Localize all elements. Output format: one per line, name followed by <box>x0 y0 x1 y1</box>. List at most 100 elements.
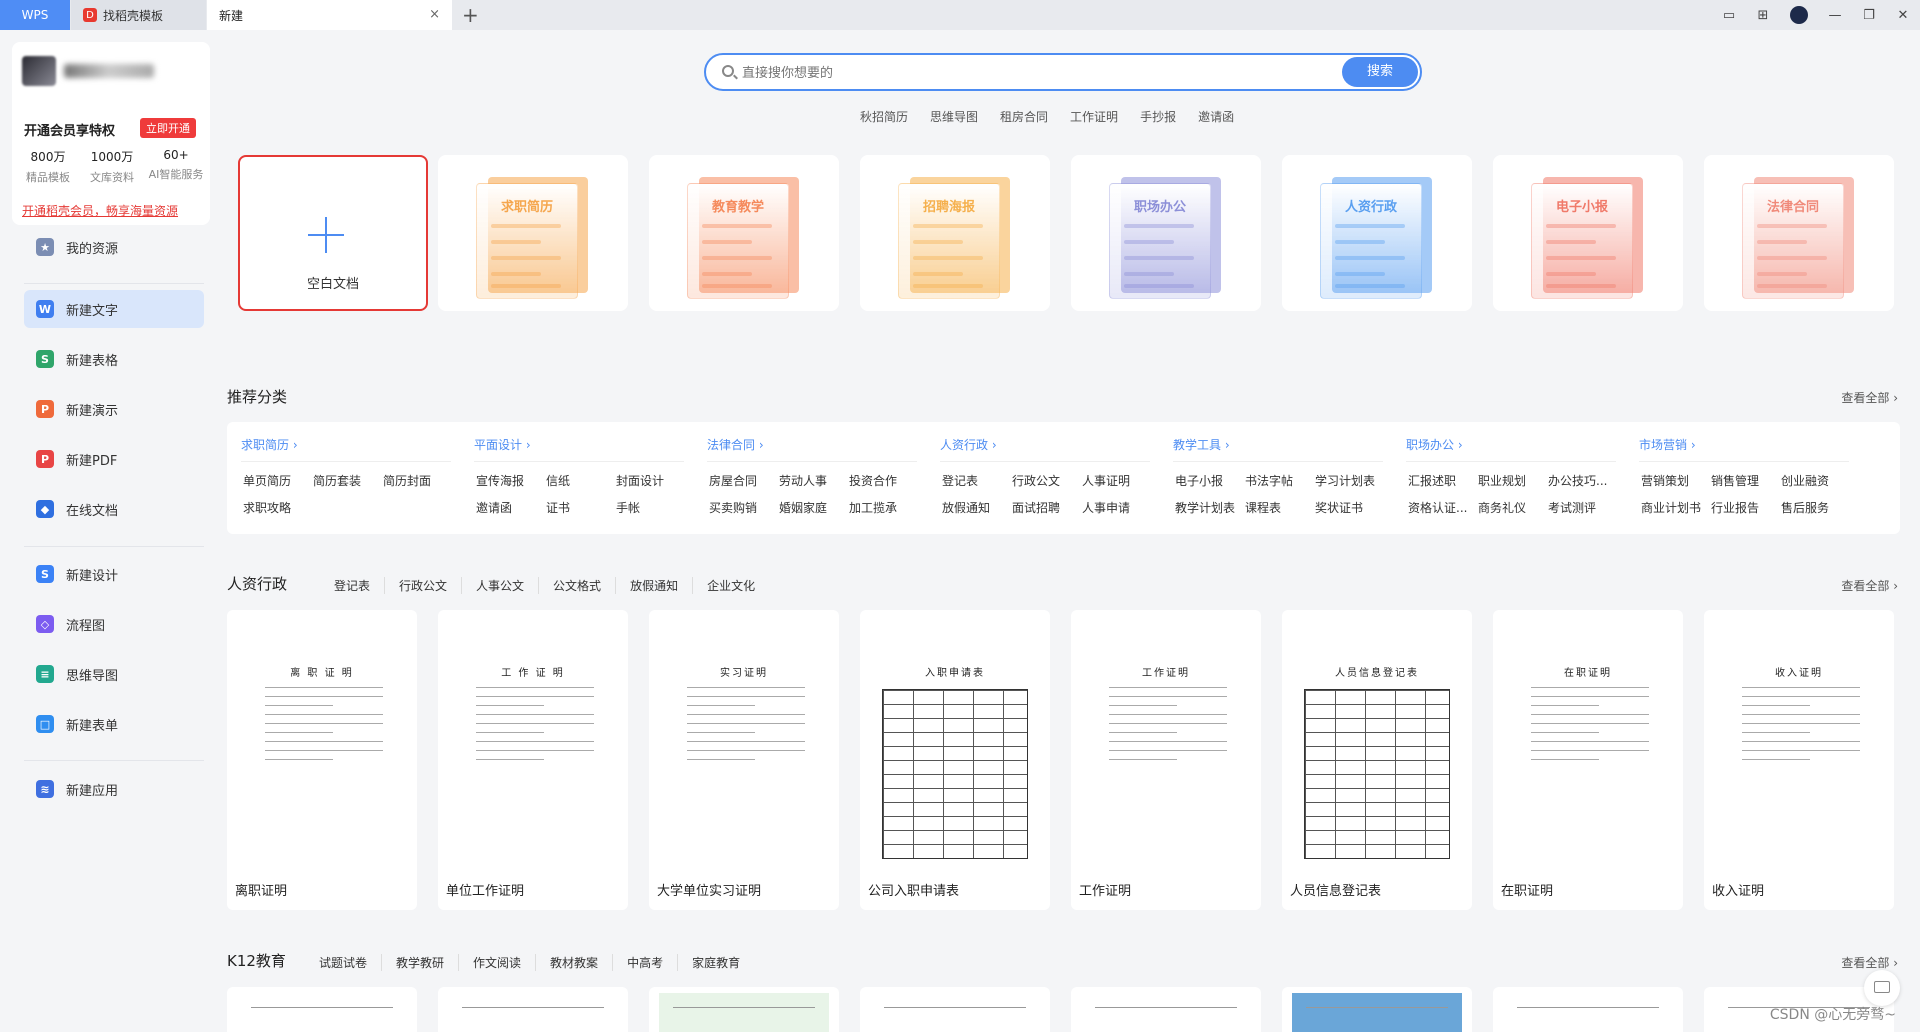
filter-tab[interactable]: 教材教案 <box>535 954 612 971</box>
category-card[interactable]: 求职简历 <box>438 155 628 311</box>
tab-new[interactable]: 新建 × <box>207 0 452 30</box>
tab-template-store[interactable]: D 找稻壳模板 <box>71 0 206 30</box>
recommend-item[interactable]: 买卖购销 <box>709 499 779 516</box>
filter-tab[interactable]: 家庭教育 <box>677 954 754 971</box>
hot-search-link[interactable]: 邀请函 <box>1198 108 1234 125</box>
recommend-item[interactable]: 人事证明 <box>1082 472 1152 489</box>
recommend-item[interactable]: 登记表 <box>942 472 1012 489</box>
vip-promo-link[interactable]: 开通稻壳会员，畅享海量资源 <box>22 202 178 219</box>
feedback-chat-icon[interactable] <box>1864 970 1900 1006</box>
template-card[interactable]: 工作证明 工作证明 <box>1071 610 1261 910</box>
filter-tab[interactable]: 公文格式 <box>538 577 615 594</box>
recommend-item[interactable]: 商务礼仪 <box>1478 499 1548 516</box>
recommend-item[interactable]: 简历封面 <box>383 472 453 489</box>
recommend-item[interactable]: 放假通知 <box>942 499 1012 516</box>
search-input[interactable] <box>742 63 1282 83</box>
vip-open-button[interactable]: 立即开通 <box>140 118 196 138</box>
recommend-item[interactable]: 职业规划 <box>1478 472 1548 489</box>
hot-search-link[interactable]: 思维导图 <box>930 108 978 125</box>
recommend-item[interactable]: 封面设计 <box>616 472 686 489</box>
template-card[interactable]: 人员信息登记表 人员信息登记表 <box>1282 610 1472 910</box>
recommend-item[interactable]: 书法字帖 <box>1245 472 1315 489</box>
recommend-item[interactable]: 手帐 <box>616 499 686 516</box>
filter-tab[interactable]: 中高考 <box>612 954 677 971</box>
hr-see-all-link[interactable]: 查看全部 › <box>1841 577 1898 594</box>
recommend-item[interactable]: 婚姻家庭 <box>779 499 849 516</box>
recommend-item[interactable]: 办公技巧... <box>1548 472 1618 489</box>
category-card[interactable]: 电子小报 <box>1493 155 1683 311</box>
recommend-item[interactable]: 汇报述职 <box>1408 472 1478 489</box>
template-card[interactable]: 入职申请表 公司入职申请表 <box>860 610 1050 910</box>
recommend-item[interactable]: 资格认证... <box>1408 499 1478 516</box>
nav-item-0[interactable]: ★ 我的资源 <box>24 228 204 266</box>
tab-wps[interactable]: WPS <box>0 0 70 30</box>
k12-template-card[interactable] <box>860 987 1050 1032</box>
nav-item-8[interactable]: ≡ 思维导图 <box>24 655 204 693</box>
nav-item-3[interactable]: P 新建演示 <box>24 390 204 428</box>
recommend-group-head[interactable]: 求职简历 › <box>241 436 451 462</box>
template-card[interactable]: 实习证明 大学单位实习证明 <box>649 610 839 910</box>
recommend-item[interactable]: 销售管理 <box>1711 472 1781 489</box>
minimize-icon[interactable]: — <box>1818 8 1852 23</box>
k12-template-card[interactable] <box>1493 987 1683 1032</box>
recommend-item[interactable]: 商业计划书 <box>1641 499 1711 516</box>
recommend-item[interactable]: 简历套装 <box>313 472 383 489</box>
recommend-item[interactable]: 邀请函 <box>476 499 546 516</box>
filter-tab[interactable]: 试题试卷 <box>305 954 381 971</box>
recommend-item[interactable]: 宣传海报 <box>476 472 546 489</box>
nav-item-2[interactable]: S 新建表格 <box>24 340 204 378</box>
recommend-item[interactable]: 课程表 <box>1245 499 1315 516</box>
category-card[interactable]: 教育教学 <box>649 155 839 311</box>
close-tab-icon[interactable]: × <box>429 7 440 22</box>
nav-item-10[interactable]: ≋ 新建应用 <box>24 770 204 808</box>
search-button[interactable]: 搜索 <box>1342 57 1418 87</box>
filter-tab[interactable]: 教学教研 <box>381 954 458 971</box>
nav-item-4[interactable]: P 新建PDF <box>24 440 204 478</box>
filter-tab[interactable]: 行政公文 <box>384 577 461 594</box>
k12-see-all-link[interactable]: 查看全部 › <box>1841 954 1898 971</box>
recommend-item[interactable]: 求职攻略 <box>243 499 313 516</box>
category-card[interactable]: 人资行政 <box>1282 155 1472 311</box>
hot-search-link[interactable]: 租房合同 <box>1000 108 1048 125</box>
k12-template-card[interactable] <box>1282 987 1472 1032</box>
nav-item-5[interactable]: ◆ 在线文档 <box>24 490 204 528</box>
recommend-item[interactable]: 教学计划表 <box>1175 499 1245 516</box>
hot-search-link[interactable]: 工作证明 <box>1070 108 1118 125</box>
hot-search-link[interactable]: 手抄报 <box>1140 108 1176 125</box>
recommend-item[interactable]: 投资合作 <box>849 472 919 489</box>
recommend-see-all-link[interactable]: 查看全部 › <box>1841 389 1898 406</box>
recommend-item[interactable]: 奖状证书 <box>1315 499 1385 516</box>
recommend-item[interactable]: 面试招聘 <box>1012 499 1082 516</box>
close-window-icon[interactable]: ✕ <box>1886 8 1920 23</box>
nav-item-9[interactable]: □ 新建表单 <box>24 705 204 743</box>
template-card[interactable]: 在职证明 在职证明 <box>1493 610 1683 910</box>
recommend-group-head[interactable]: 职场办公 › <box>1406 436 1616 462</box>
nav-item-7[interactable]: ◇ 流程图 <box>24 605 204 643</box>
nav-item-6[interactable]: S 新建设计 <box>24 555 204 593</box>
recommend-item[interactable]: 创业融资 <box>1781 472 1851 489</box>
recommend-group-head[interactable]: 法律合同 › <box>707 436 917 462</box>
recommend-item[interactable]: 学习计划表 <box>1315 472 1385 489</box>
filter-tab[interactable]: 企业文化 <box>692 577 769 594</box>
filter-tab[interactable]: 放假通知 <box>615 577 692 594</box>
recommend-item[interactable]: 营销策划 <box>1641 472 1711 489</box>
nav-item-1[interactable]: W 新建文字 <box>24 290 204 328</box>
recommend-group-head[interactable]: 教学工具 › <box>1173 436 1383 462</box>
k12-template-card[interactable] <box>1071 987 1261 1032</box>
grid-apps-icon[interactable]: ⊞ <box>1746 8 1780 23</box>
category-card[interactable]: 招聘海报 <box>860 155 1050 311</box>
k12-template-card[interactable] <box>649 987 839 1032</box>
blank-document-card[interactable]: 空白文档 <box>238 155 428 311</box>
recommend-item[interactable]: 电子小报 <box>1175 472 1245 489</box>
recommend-item[interactable]: 加工揽承 <box>849 499 919 516</box>
layout-icon[interactable]: ▭ <box>1712 8 1746 23</box>
hot-search-link[interactable]: 秋招简历 <box>860 108 908 125</box>
recommend-item[interactable]: 人事申请 <box>1082 499 1152 516</box>
recommend-group-head[interactable]: 平面设计 › <box>474 436 684 462</box>
restore-icon[interactable]: ❐ <box>1852 8 1886 23</box>
recommend-item[interactable]: 售后服务 <box>1781 499 1851 516</box>
recommend-group-head[interactable]: 市场营销 › <box>1639 436 1849 462</box>
category-card[interactable]: 职场办公 <box>1071 155 1261 311</box>
recommend-item[interactable]: 考试测评 <box>1548 499 1618 516</box>
k12-template-card[interactable] <box>227 987 417 1032</box>
